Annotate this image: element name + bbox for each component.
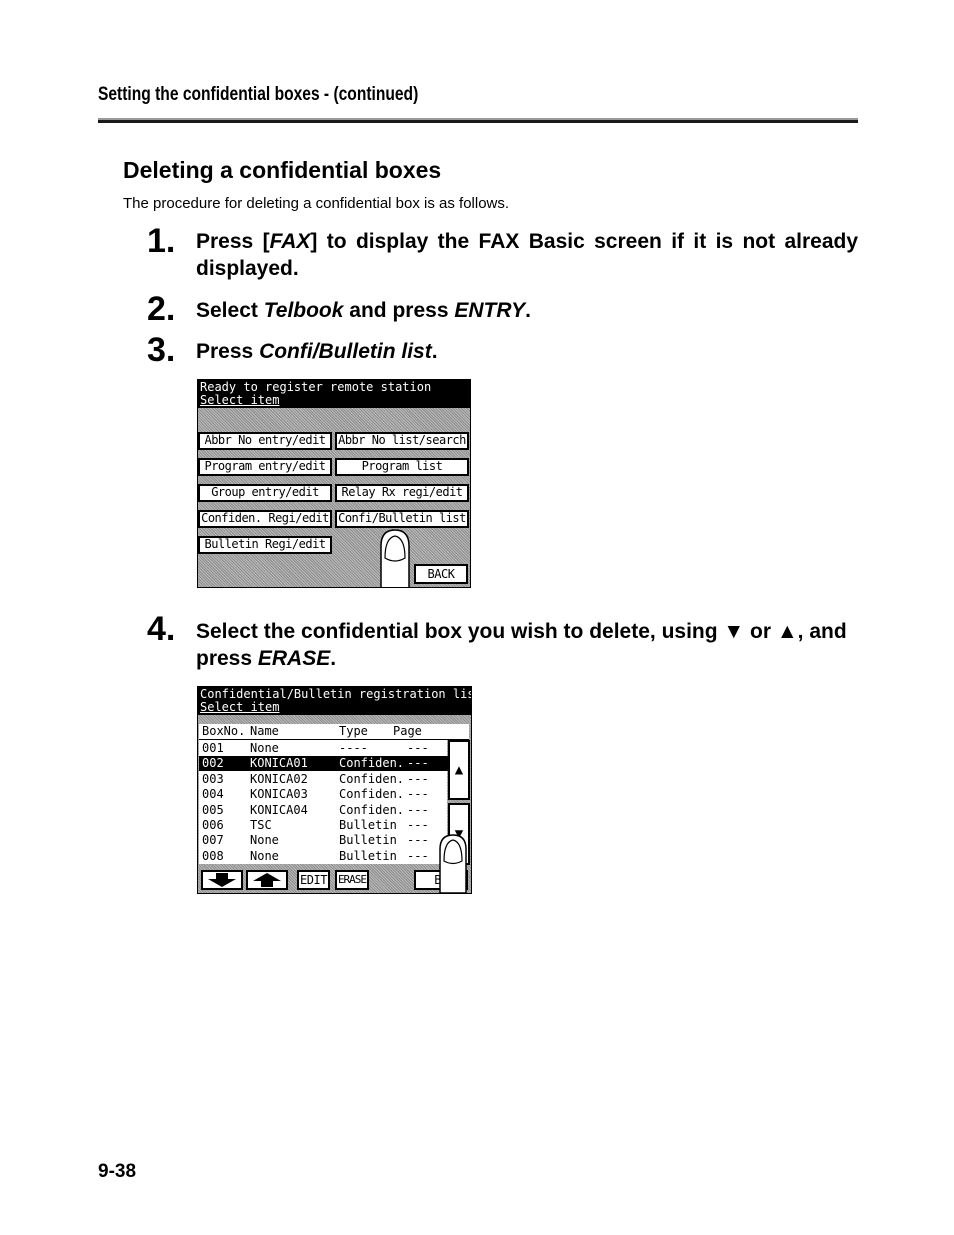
lcd-header: Confidential/Bulletin registration list …: [198, 687, 471, 715]
step-3-number: 3.: [147, 331, 176, 369]
cell-page: ---: [407, 741, 429, 755]
cell-box: 003: [202, 771, 224, 786]
cell-box: 004: [202, 787, 224, 802]
cell-name: KONICA03: [250, 787, 308, 802]
list-row[interactable]: 003 KONICA02 Confiden. ---: [199, 772, 448, 787]
page-up-button[interactable]: [246, 870, 288, 890]
relay-rx-button[interactable]: Relay Rx regi/edit: [335, 484, 469, 502]
cell-page: ---: [407, 818, 429, 832]
lcd-header: Ready to register remote station Select …: [198, 380, 470, 408]
list-row[interactable]: 007 None Bulletin ---: [199, 833, 448, 848]
header-rule-dark: [98, 120, 858, 123]
step-4-text: Select the confidential box you wish to …: [196, 620, 847, 670]
lcd-header-line2: Select item: [200, 393, 280, 407]
column-page: Page: [393, 724, 422, 738]
cell-name: None: [250, 833, 279, 848]
cell-type: ----: [339, 741, 368, 755]
step-1-number: 1.: [147, 222, 176, 260]
step-2-text: Select Telbook and press ENTRY.: [196, 299, 531, 322]
edit-button[interactable]: EDIT: [297, 870, 330, 890]
cell-name: KONICA02: [250, 771, 308, 786]
column-boxno: BoxNo.: [202, 724, 246, 738]
cell-type: Confiden.: [339, 756, 405, 771]
arrow-down-icon: [208, 873, 236, 887]
cell-name: KONICA01: [250, 756, 308, 771]
cell-name: None: [250, 741, 279, 755]
cell-box: 002: [202, 756, 224, 771]
step-1-text: Press [FAX] to display the FAX Basic scr…: [196, 230, 858, 280]
cell-type: Confiden.: [339, 787, 405, 802]
cell-page: ---: [407, 756, 429, 771]
list-row[interactable]: 008 None Bulletin ---: [199, 849, 448, 864]
cell-page: ---: [407, 787, 429, 802]
list-row[interactable]: 004 KONICA03 Confiden. ---: [199, 787, 448, 802]
cell-page: ---: [407, 848, 429, 863]
lcd-screen-telbook: Ready to register remote station Select …: [197, 379, 471, 588]
program-list-button[interactable]: Program list: [335, 458, 469, 476]
abbr-no-entry-button[interactable]: Abbr No entry/edit: [198, 432, 332, 450]
cell-type: Bulletin: [339, 818, 397, 832]
column-type: Type: [339, 724, 368, 738]
cell-box: 006: [202, 818, 224, 832]
page-down-button[interactable]: [201, 870, 243, 890]
cell-name: TSC: [250, 818, 272, 832]
cell-page: ---: [407, 771, 429, 786]
cell-type: Bulletin: [339, 833, 397, 848]
step-3-text: Press Confi/Bulletin list.: [196, 340, 438, 363]
finger-pointer-icon: [439, 834, 467, 893]
step-4-number: 4.: [147, 610, 176, 648]
cell-box: 005: [202, 802, 224, 817]
confiden-regi-button[interactable]: Confiden. Regi/edit: [198, 510, 332, 528]
step-2-number: 2.: [147, 290, 176, 328]
page-heading: Deleting a confidential boxes: [123, 157, 442, 183]
page-number: 9-38: [98, 1161, 137, 1182]
cell-box: 007: [202, 833, 224, 848]
section-header: Setting the confidential boxes - (contin…: [98, 84, 419, 105]
finger-pointer-icon: [380, 529, 410, 587]
list-row[interactable]: 005 KONICA04 Confiden. ---: [199, 803, 448, 818]
cell-type: Bulletin: [339, 848, 397, 863]
arrow-up-icon: [253, 873, 281, 887]
confi-bulletin-list-button[interactable]: Confi/Bulletin list: [335, 510, 469, 528]
abbr-no-list-button[interactable]: Abbr No list/search: [335, 432, 469, 450]
list-header: BoxNo. Name Type Page: [199, 724, 469, 740]
cell-box: 001: [202, 741, 224, 755]
intro-text: The procedure for deleting a confidentia…: [123, 195, 510, 212]
list-row[interactable]: 006 TSC Bulletin ---: [199, 818, 448, 833]
cell-page: ---: [407, 802, 429, 817]
list-row[interactable]: 001 None ---- ---: [199, 741, 448, 756]
list-row[interactable]: 002 KONICA01 Confiden. ---: [199, 756, 448, 772]
cell-name: KONICA04: [250, 802, 308, 817]
cell-box: 008: [202, 848, 224, 863]
cell-name: None: [250, 848, 279, 863]
program-entry-button[interactable]: Program entry/edit: [198, 458, 332, 476]
cell-type: Confiden.: [339, 771, 405, 786]
bulletin-regi-button[interactable]: Bulletin Regi/edit: [198, 536, 332, 554]
erase-button[interactable]: ERASE: [335, 870, 369, 890]
lcd-screen-confidential-list: Confidential/Bulletin registration list …: [197, 686, 472, 894]
cell-page: ---: [407, 833, 429, 848]
back-button[interactable]: BACK: [414, 564, 468, 584]
lcd-header-line2: Select item: [200, 700, 280, 714]
column-name: Name: [250, 724, 279, 738]
cell-type: Confiden.: [339, 802, 405, 817]
scroll-up-button[interactable]: ▲: [448, 740, 470, 800]
group-entry-button[interactable]: Group entry/edit: [198, 484, 332, 502]
